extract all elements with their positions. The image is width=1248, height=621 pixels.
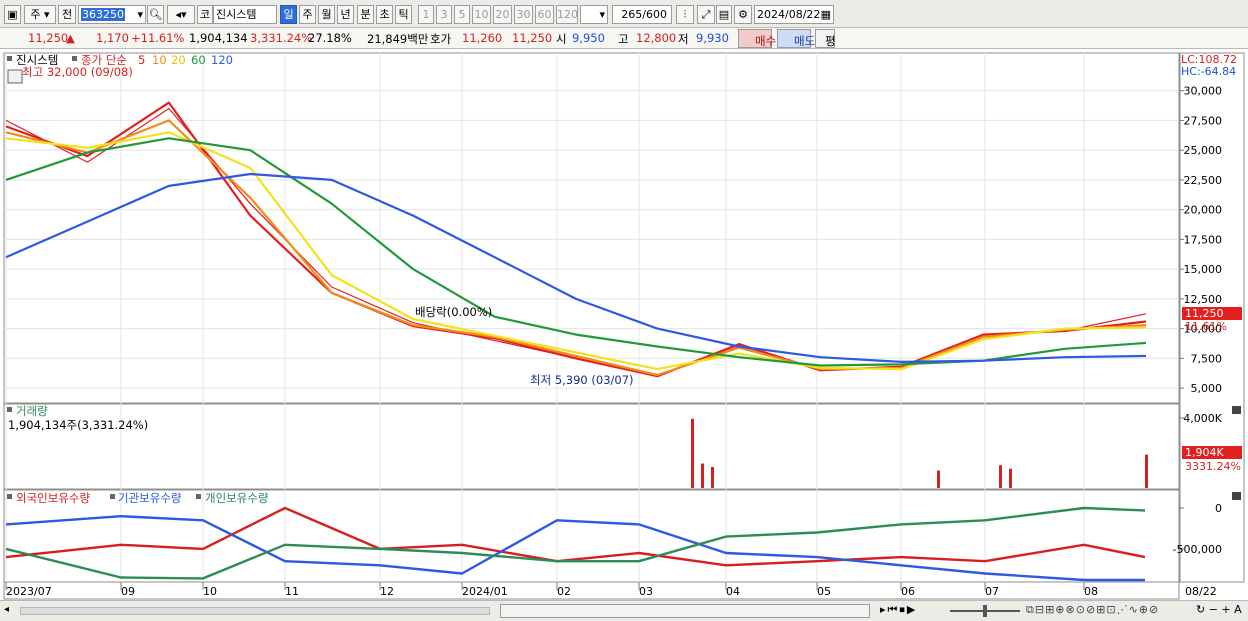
x-axis-label: 04 [726,585,740,598]
chart-area[interactable]: 2023/07 09 10 11 12 2024/01 02 03 04 05 06 07 08 08/2… [0,0,1248,600]
holding-menu-icon-3[interactable] [196,494,201,499]
price-tick-label: 12,500 [1184,293,1223,306]
price-tick-label: 25,000 [1184,144,1223,157]
ma120-legend: 120 [211,53,233,67]
volume-panel-title: 거래량 [16,404,48,418]
price-tick-label: 27,500 [1184,114,1223,127]
volume-bar [701,463,704,488]
price-tick-label: 15,000 [1184,263,1223,276]
dividend-annotation: 배당락(0.00%) [415,305,492,319]
institution-holding-legend: 기관보유수량 [118,491,182,505]
volume-bar [1145,454,1148,488]
price-tick-label: 17,500 [1184,233,1223,246]
panel-menu-icon[interactable] [7,56,12,61]
holding-tick-label: -500,000 [1173,543,1222,556]
holding-panel-close-icon[interactable] [1232,492,1241,500]
x-axis-label: 07 [985,585,999,598]
playback-controls-icon[interactable]: ▸⏮⏹▶ [880,603,917,617]
x-axis-frame [3,581,1180,600]
price-tick-label: 7,500 [1191,352,1223,365]
stock-chart-window: ▣ 주 ▾ 전 363250 ▾ 🔍︎ ◂▾ 코 진시스템 일 주 월 년 분 … [0,0,1248,621]
volume-bar [937,470,940,488]
volume-tick-label: 4,000K [1183,412,1222,425]
individual-holding-legend: 개인보유수량 [205,491,269,505]
holding-menu-icon-2[interactable] [110,494,115,499]
panel-toggle-icon[interactable] [7,69,23,84]
volume-panel-frame [3,403,1180,490]
x-axis-label: 11 [285,585,299,598]
holding-menu-icon-1[interactable] [7,494,12,499]
scroll-thumb[interactable] [500,604,870,618]
ma60-legend: 60 [191,53,206,67]
volume-summary: 1,904,134주(3,331.24%) [8,418,148,432]
hc-label: HC:-64.84 [1181,65,1236,78]
low-annotation: 최저 5,390 (03/07) [530,373,634,387]
x-axis-label: 12 [380,585,394,598]
last-rate-tag: 11.61% [1185,320,1227,333]
volume-bar [999,465,1002,488]
volume-bar [711,467,714,488]
holding-tick-label: 0 [1215,502,1222,515]
volume-bar [1009,468,1012,488]
chart-tools-icon[interactable]: ⧉⊟⊞⊕⊗⊙⊘⊞⊡⋰∿⊕⊘ [1026,603,1159,617]
volume-last-tag: 1,904K [1185,446,1224,459]
ma20-legend: 20 [171,53,186,67]
x-axis-label: 2023/07 [6,585,52,598]
x-axis-label: 05 [817,585,831,598]
price-panel-frame [3,52,1180,404]
x-axis-label: 08 [1084,585,1098,598]
x-axis-label: 09 [121,585,135,598]
x-axis-label: 06 [901,585,915,598]
foreign-holding-legend: 외국인보유수량 [16,491,90,505]
ma-menu-icon[interactable] [72,56,77,61]
x-axis-label: 10 [203,585,217,598]
price-tick-label: 30,000 [1184,85,1223,98]
zoom-buttons-icon[interactable]: ↻ − + A [1196,603,1242,616]
x-axis-label: 08/22 [1185,585,1217,598]
volume-panel-close-icon[interactable] [1232,406,1241,414]
volume-panel-menu-icon[interactable] [7,407,12,412]
last-price-tag: 11,250 [1185,307,1224,320]
scroll-track[interactable] [20,607,490,615]
x-axis-label: 2024/01 [462,585,508,598]
price-tick-label: 20,000 [1184,204,1223,217]
price-tick-label: 5,000 [1191,382,1223,395]
chart-scroll-bar: ◂ ▸⏮⏹▶ ⧉⊟⊞⊕⊗⊙⊘⊞⊡⋰∿⊕⊘ ↻ − + A [0,600,1248,621]
volume-bar [691,418,694,488]
x-axis-label: 03 [639,585,653,598]
high-annotation: 최고 32,000 (09/08) [22,65,133,79]
x-axis-label: 02 [557,585,571,598]
scroll-left-icon[interactable]: ◂ [4,604,16,618]
ma5-legend: 5 [138,53,145,67]
price-tick-label: 22,500 [1184,174,1223,187]
zoom-slider-handle[interactable] [983,605,987,617]
ma10-legend: 10 [152,53,167,67]
volume-last-rate: 3331.24% [1185,460,1241,473]
